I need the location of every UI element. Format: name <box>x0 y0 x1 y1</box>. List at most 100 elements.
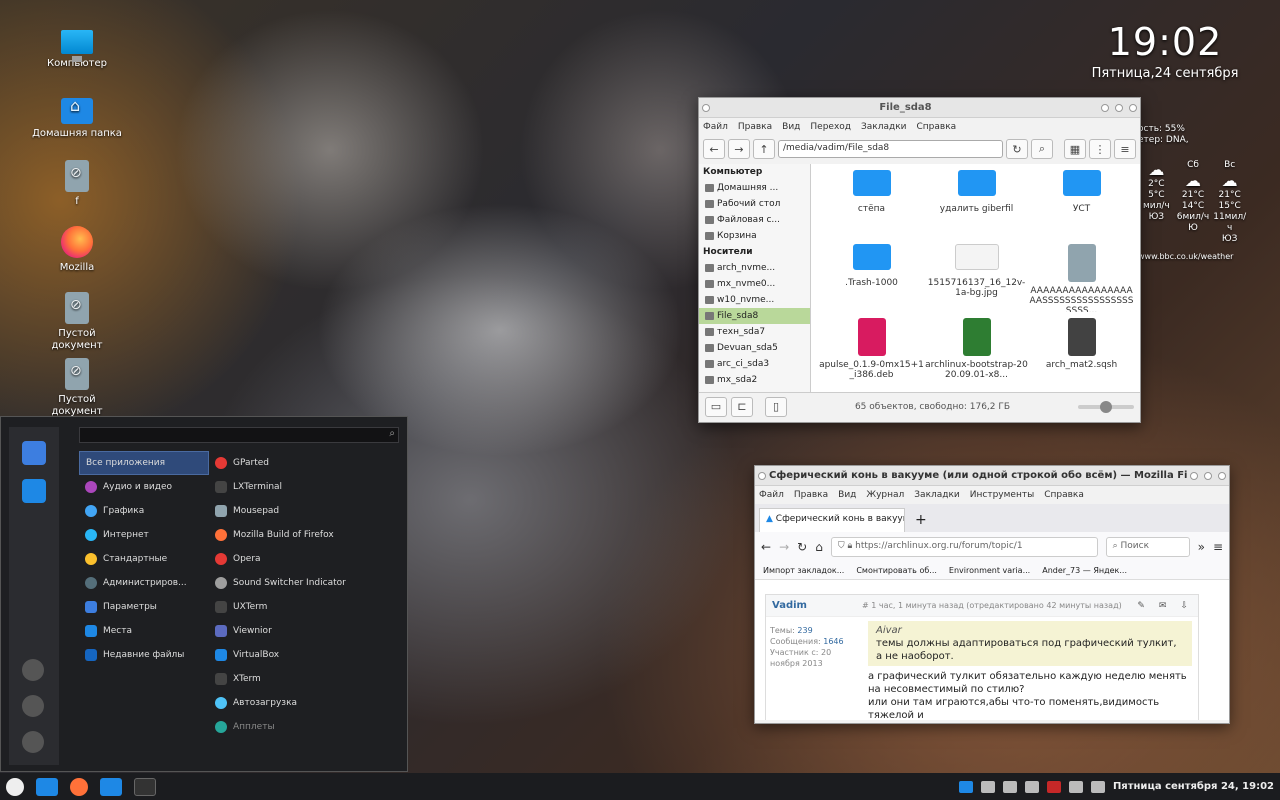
close-icon[interactable] <box>1129 103 1137 112</box>
edit-icon[interactable]: ✎ <box>1137 601 1145 611</box>
file-item[interactable]: удалить giberfil <box>924 164 1029 238</box>
sidebar-header-computer[interactable]: Компьютер <box>699 164 810 180</box>
category-item[interactable]: Аудио и видео <box>79 475 209 499</box>
desktop-icon-home[interactable]: Домашняя папка <box>32 94 122 140</box>
overflow-button[interactable]: » <box>1198 540 1205 554</box>
back-button[interactable]: ← <box>703 139 725 159</box>
minimize-icon[interactable] <box>1101 103 1109 112</box>
usb-icon[interactable] <box>1002 780 1017 793</box>
menu-edit[interactable]: Правка <box>738 122 772 132</box>
app-item[interactable]: UXTerm <box>213 595 393 619</box>
menu-file[interactable]: Файл <box>759 490 784 500</box>
app-item[interactable]: Viewnior <box>213 619 393 643</box>
network-icon[interactable] <box>1068 780 1083 793</box>
us-flag-icon[interactable] <box>1046 780 1061 793</box>
terminal-toggle-button[interactable]: ▯ <box>765 396 787 417</box>
sidebar-item-device[interactable]: Devuan_sda5 <box>699 340 810 356</box>
category-item[interactable]: Графика <box>79 499 209 523</box>
minimize-icon[interactable] <box>1190 471 1198 480</box>
url-bar[interactable]: ⛉ 🔒︎ https://archlinux.org.ru/forum/topi… <box>830 537 1098 557</box>
sidebar-item-device[interactable]: arc_ci_sda3 <box>699 356 810 372</box>
category-item[interactable]: Стандартные <box>79 547 209 571</box>
menu-go[interactable]: Переход <box>810 122 851 132</box>
sidebar-item-desktop[interactable]: Рабочий стол <box>699 196 810 212</box>
category-item[interactable]: Недавние файлы <box>79 643 209 667</box>
maximize-icon[interactable] <box>1204 471 1212 480</box>
file-manager-titlebar[interactable]: File_sda8 <box>699 98 1140 118</box>
menu-bookmarks[interactable]: Закладки <box>861 122 907 132</box>
app-item[interactable]: Mozilla Build of Firefox <box>213 523 393 547</box>
app-item[interactable]: Апплеты <box>213 715 393 739</box>
app-item[interactable]: GParted <box>213 451 393 475</box>
zoom-slider[interactable] <box>1078 400 1134 413</box>
category-all[interactable]: Все приложения <box>79 451 209 475</box>
file-item[interactable]: .Trash-1000 <box>819 238 924 312</box>
app-item[interactable]: Opera <box>213 547 393 571</box>
file-item[interactable]: 1515716137_16_12v-1a-bg.jpg <box>924 238 1029 312</box>
firefox-titlebar[interactable]: Сферический конь в вакууме (или одной ст… <box>755 466 1229 486</box>
desktop-icon-empty-doc[interactable]: Пустой документ <box>32 292 122 352</box>
desktop-icon-mozilla[interactable]: Mozilla <box>32 226 122 274</box>
menu-view[interactable]: Вид <box>838 490 856 500</box>
bookmark-item[interactable]: Смонтировать об... <box>856 566 937 575</box>
app-item[interactable]: LXTerminal <box>213 475 393 499</box>
tree-toggle-button[interactable]: ⊏ <box>731 396 753 417</box>
search-box[interactable]: ⌕ Поиск <box>1105 537 1190 557</box>
start-menu-icon[interactable] <box>6 777 24 796</box>
settings-icon[interactable] <box>22 441 46 465</box>
menu-bookmarks[interactable]: Закладки <box>914 490 960 500</box>
sidebar-item-device[interactable]: техн_sda7 <box>699 324 810 340</box>
app-item[interactable]: Автозагрузка <box>213 691 393 715</box>
screenshot-icon[interactable] <box>980 780 995 793</box>
window-menu-icon[interactable] <box>702 103 710 112</box>
category-item[interactable]: Параметры <box>79 595 209 619</box>
sidebar-item-device[interactable]: mx_nvme0... <box>699 276 810 292</box>
taskbar-clock[interactable]: Пятница сентября 24, 19:02 <box>1113 781 1274 792</box>
terminal-launcher-icon[interactable] <box>134 777 156 796</box>
menu-edit[interactable]: Правка <box>794 490 828 500</box>
icon-view-button[interactable]: ▦ <box>1064 139 1086 159</box>
home-button[interactable]: ⌂ <box>815 540 823 554</box>
category-item[interactable]: Места <box>79 619 209 643</box>
quote-icon[interactable]: ⇩ <box>1180 601 1188 611</box>
menu-file[interactable]: Файл <box>703 122 728 132</box>
menu-help[interactable]: Справка <box>1044 490 1084 500</box>
sidebar-item-device[interactable]: w10_nvme... <box>699 292 810 308</box>
category-item[interactable]: Интернет <box>79 523 209 547</box>
bookmark-item[interactable]: Environment varia... <box>949 566 1030 575</box>
logout-icon[interactable] <box>22 695 44 717</box>
hamburger-menu-icon[interactable]: ≡ <box>1213 540 1223 554</box>
menu-history[interactable]: Журнал <box>866 490 904 500</box>
file-item[interactable]: AAAAAAAAAAAAAAAAAASSSSSSSSSSSSSSSSSSSS..… <box>1029 238 1134 312</box>
folder-launcher-icon[interactable] <box>100 777 122 796</box>
file-item[interactable]: arch_mat2.sqsh <box>1029 312 1134 386</box>
category-item[interactable]: Администриров... <box>79 571 209 595</box>
menu-search-input[interactable]: ⌕ <box>79 427 399 443</box>
up-button[interactable]: ↑ <box>753 139 775 159</box>
new-tab-button[interactable]: + <box>905 512 937 532</box>
file-item[interactable]: УСТ <box>1029 164 1134 238</box>
bookmark-item[interactable]: Импорт закладок... <box>763 566 844 575</box>
file-item[interactable]: стёпа <box>819 164 924 238</box>
reply-icon[interactable]: ✉ <box>1159 601 1167 611</box>
forward-button[interactable]: → <box>779 540 789 554</box>
bookmark-item[interactable]: Ander_73 — Яндек... <box>1042 566 1127 575</box>
folder-icon[interactable] <box>22 479 46 503</box>
volume-icon[interactable] <box>1090 780 1105 793</box>
folder-icon[interactable] <box>958 780 973 793</box>
menu-view[interactable]: Вид <box>782 122 800 132</box>
forward-button[interactable]: → <box>728 139 750 159</box>
file-item[interactable]: archlinux-bootstrap-2020.09.01-x8... <box>924 312 1029 386</box>
sidebar-item-device-selected[interactable]: File_sda8 <box>699 308 810 324</box>
sidebar-item-home[interactable]: Домашняя ... <box>699 180 810 196</box>
app-item[interactable]: Mousepad <box>213 499 393 523</box>
sidebar-item-trash[interactable]: Корзина <box>699 228 810 244</box>
menu-tools[interactable]: Инструменты <box>970 490 1034 500</box>
maximize-icon[interactable] <box>1115 103 1123 112</box>
desktop-icon-empty-doc-2[interactable]: Пустой документ <box>32 358 122 418</box>
app-item[interactable]: VirtualBox <box>213 643 393 667</box>
list-view-button[interactable]: ≡ <box>1114 139 1136 159</box>
search-button[interactable]: ⌕ <box>1031 139 1053 159</box>
desktop-icon-computer[interactable]: Компьютер <box>32 26 122 70</box>
sidebar-item-device[interactable]: arch_nvme... <box>699 260 810 276</box>
